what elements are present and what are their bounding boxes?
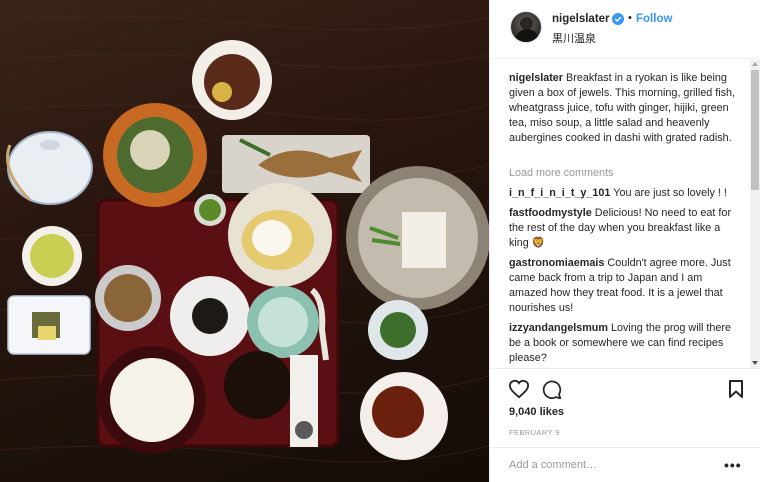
scroll-down-arrow-icon[interactable] [752,361,758,365]
comment-item: gastronomiaemais Couldn't agree more. Ju… [509,256,741,316]
more-options-button[interactable]: ••• [724,457,742,473]
miso-soup [224,351,292,419]
likes-count[interactable]: 9,040 likes [509,406,564,418]
scroll-up-arrow-icon[interactable] [752,62,758,66]
comments-list: nigelslater Breakfast in a ryokan is lik… [490,60,760,368]
post-date[interactable]: FEBRUARY 9 [509,428,560,437]
caption: nigelslater Breakfast in a ryokan is lik… [509,71,741,146]
breakfast-spread [6,40,489,460]
comment-username[interactable]: gastronomiaemais [509,257,604,269]
header-separator: • [628,12,632,24]
load-more-comments-button[interactable]: Load more comments [509,167,613,179]
comment-item: izzyandangelsmum Loving the prog will th… [509,321,741,366]
bookmark-icon[interactable] [728,379,744,399]
comment-username[interactable]: izzyandangelsmum [509,322,608,334]
speech-bubble-icon[interactable] [541,379,562,400]
scroll-thumb[interactable] [751,70,759,190]
add-comment-input[interactable] [509,459,709,471]
post-photo[interactable] [0,0,489,482]
header-username[interactable]: nigelslater [552,13,610,25]
add-comment-bar: ••• [490,447,760,482]
comment-username[interactable]: i_n_f_i_n_i_t_y_101 [509,187,610,199]
comment-username[interactable]: fastfoodmystyle [509,207,592,219]
comments-scrollbar[interactable] [750,60,760,368]
heart-icon[interactable] [508,379,530,399]
post-side-panel: nigelslater • Follow 黒川温泉 nigelslater Br… [489,0,760,482]
comment-item: fastfoodmystyle Delicious! No need to ea… [509,206,741,251]
post-header: nigelslater • Follow 黒川温泉 [490,0,760,59]
comment-text: You are just so lovely ! ! [613,187,727,199]
instagram-post: nigelslater • Follow 黒川温泉 nigelslater Br… [0,0,760,482]
location-link[interactable]: 黒川温泉 [552,30,596,46]
comment-item: i_n_f_i_n_i_t_y_101 You are just so love… [509,186,741,201]
avatar[interactable] [510,11,542,43]
follow-button[interactable]: Follow [636,13,672,25]
verified-badge-icon [612,13,624,25]
avatar-body [515,29,539,42]
caption-username[interactable]: nigelslater [509,72,563,84]
